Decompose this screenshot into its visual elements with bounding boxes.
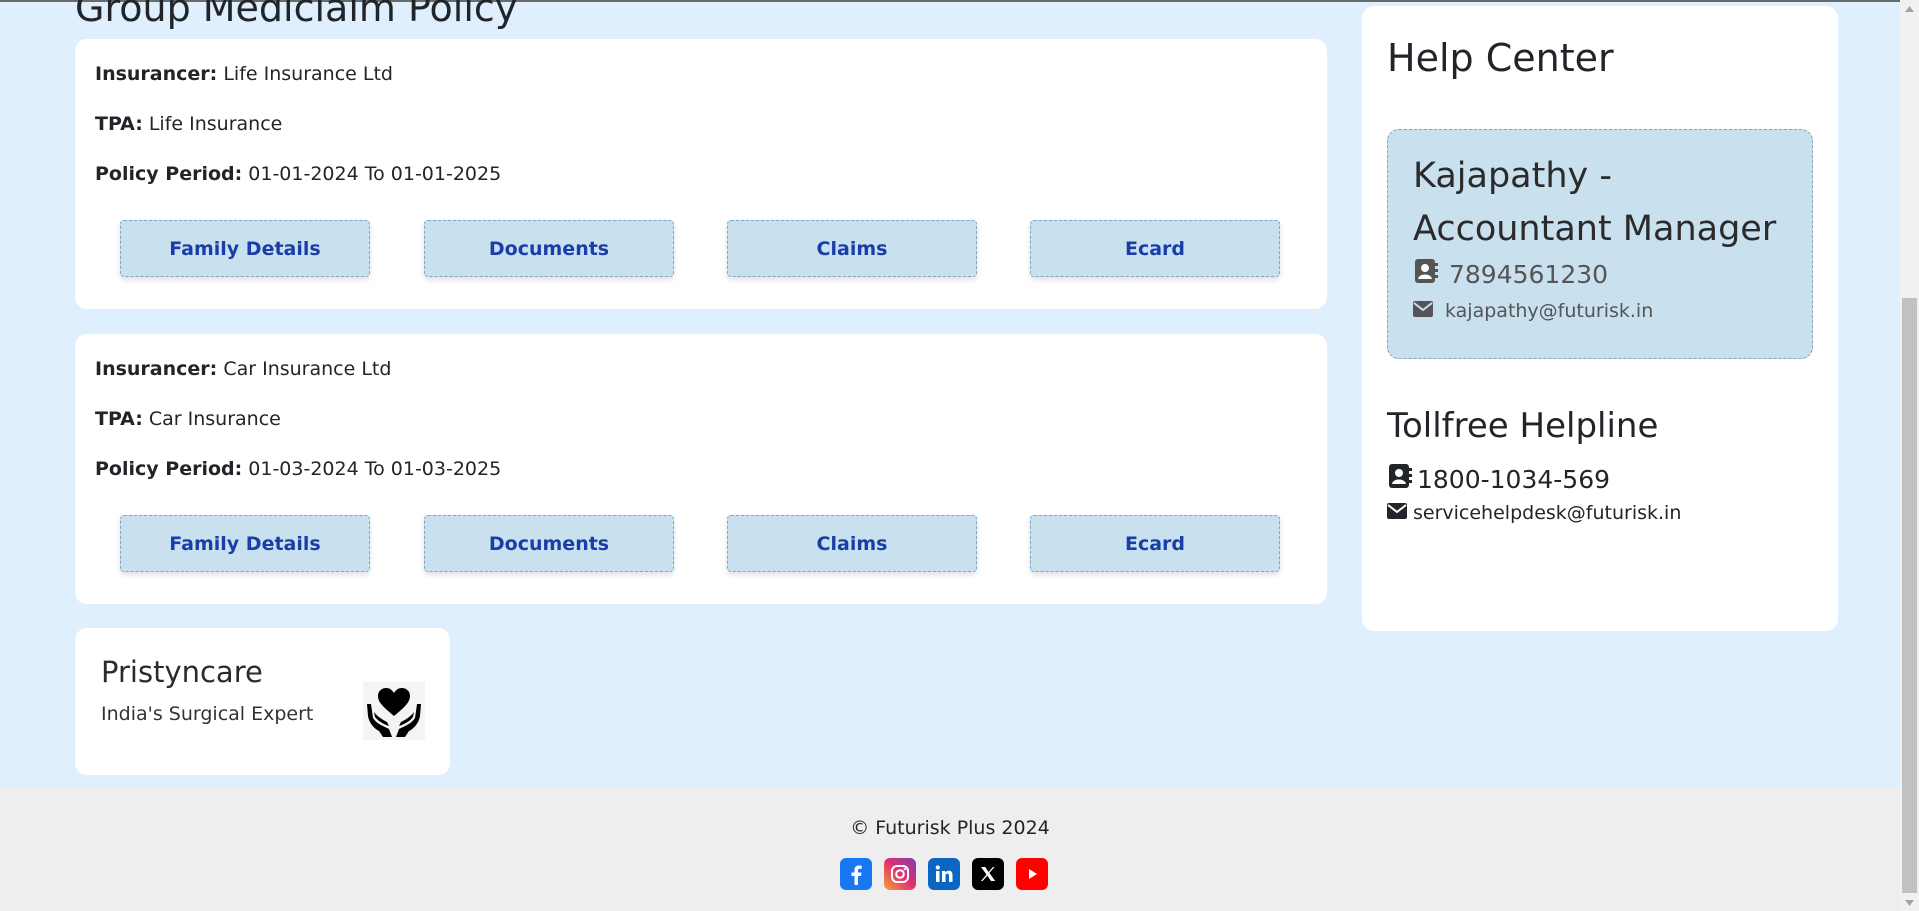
promo-card[interactable]: Pristyncare India's Surgical Expert	[75, 628, 450, 775]
account-manager-name: Kajapathy -Accountant Manager	[1413, 156, 1777, 249]
documents-button[interactable]: Documents	[424, 515, 674, 572]
envelope-icon	[1413, 300, 1433, 322]
policy-period-value: 01-03-2024 To 01-03-2025	[248, 458, 502, 480]
section-title: Group Mediclaim Policy	[75, 0, 518, 30]
scroll-down-arrow-icon[interactable]	[1900, 894, 1919, 911]
hands-heart-icon	[363, 682, 425, 740]
social-links	[840, 858, 1048, 890]
policy-period-row: Policy Period: 01-03-2024 To 01-03-2025	[95, 458, 501, 480]
account-manager-box: Kajapathy -Accountant Manager 7894561230…	[1387, 129, 1813, 359]
claims-button[interactable]: Claims	[727, 220, 977, 277]
policy-period-value: 01-01-2024 To 01-01-2025	[248, 163, 502, 185]
insurancer-label: Insurancer:	[95, 358, 218, 380]
tpa-value: Life Insurance	[148, 113, 283, 135]
account-manager-phone[interactable]: 7894561230	[1413, 258, 1608, 290]
help-center-card: Help Center Kajapathy -Accountant Manage…	[1362, 6, 1838, 631]
account-manager-email-text: kajapathy@futurisk.in	[1445, 300, 1654, 322]
tollfree-email[interactable]: servicehelpdesk@futurisk.in	[1387, 502, 1681, 524]
promo-title: Pristyncare	[101, 655, 263, 689]
vertical-scrollbar[interactable]	[1900, 0, 1919, 911]
tollfree-email-text: servicehelpdesk@futurisk.in	[1413, 502, 1682, 524]
claims-button[interactable]: Claims	[727, 515, 977, 572]
facebook-icon[interactable]	[840, 858, 872, 890]
family-details-button[interactable]: Family Details	[120, 515, 370, 572]
tpa-value: Car Insurance	[148, 408, 281, 430]
policy-card: Insurancer: Life Insurance Ltd TPA: Life…	[75, 39, 1327, 309]
footer: © Futurisk Plus 2024	[0, 788, 1900, 911]
scrollbar-thumb[interactable]	[1902, 298, 1917, 893]
family-details-button[interactable]: Family Details	[120, 220, 370, 277]
documents-button[interactable]: Documents	[424, 220, 674, 277]
tollfree-phone[interactable]: 1800-1034-569	[1387, 463, 1610, 495]
scroll-up-arrow-icon[interactable]	[1900, 0, 1919, 17]
contact-book-icon	[1413, 258, 1439, 290]
tpa-label: TPA:	[95, 113, 143, 135]
insurancer-label: Insurancer:	[95, 63, 218, 85]
tpa-label: TPA:	[95, 408, 143, 430]
help-center-title: Help Center	[1387, 36, 1614, 80]
insurancer-row: Insurancer: Life Insurance Ltd	[95, 63, 393, 85]
policy-period-label: Policy Period:	[95, 458, 243, 480]
envelope-icon	[1387, 502, 1407, 524]
insurancer-value: Car Insurance Ltd	[223, 358, 392, 380]
account-manager-phone-text: 7894561230	[1449, 259, 1609, 289]
insurancer-value: Life Insurance Ltd	[223, 63, 393, 85]
linkedin-icon[interactable]	[928, 858, 960, 890]
youtube-icon[interactable]	[1016, 858, 1048, 890]
contact-book-icon	[1387, 463, 1413, 495]
account-manager-email[interactable]: kajapathy@futurisk.in	[1413, 300, 1653, 322]
insurancer-row: Insurancer: Car Insurance Ltd	[95, 358, 391, 380]
instagram-icon[interactable]	[884, 858, 916, 890]
tpa-row: TPA: Life Insurance	[95, 113, 282, 135]
tollfree-title: Tollfree Helpline	[1387, 406, 1659, 446]
copyright-text: © Futurisk Plus 2024	[850, 817, 1050, 839]
tpa-row: TPA: Car Insurance	[95, 408, 281, 430]
promo-subtitle: India's Surgical Expert	[101, 703, 314, 725]
policy-period-label: Policy Period:	[95, 163, 243, 185]
policy-period-row: Policy Period: 01-01-2024 To 01-01-2025	[95, 163, 501, 185]
ecard-button[interactable]: Ecard	[1030, 220, 1280, 277]
x-icon[interactable]	[972, 858, 1004, 890]
ecard-button[interactable]: Ecard	[1030, 515, 1280, 572]
tollfree-phone-text: 1800-1034-569	[1417, 464, 1611, 494]
policy-card: Insurancer: Car Insurance Ltd TPA: Car I…	[75, 334, 1327, 604]
